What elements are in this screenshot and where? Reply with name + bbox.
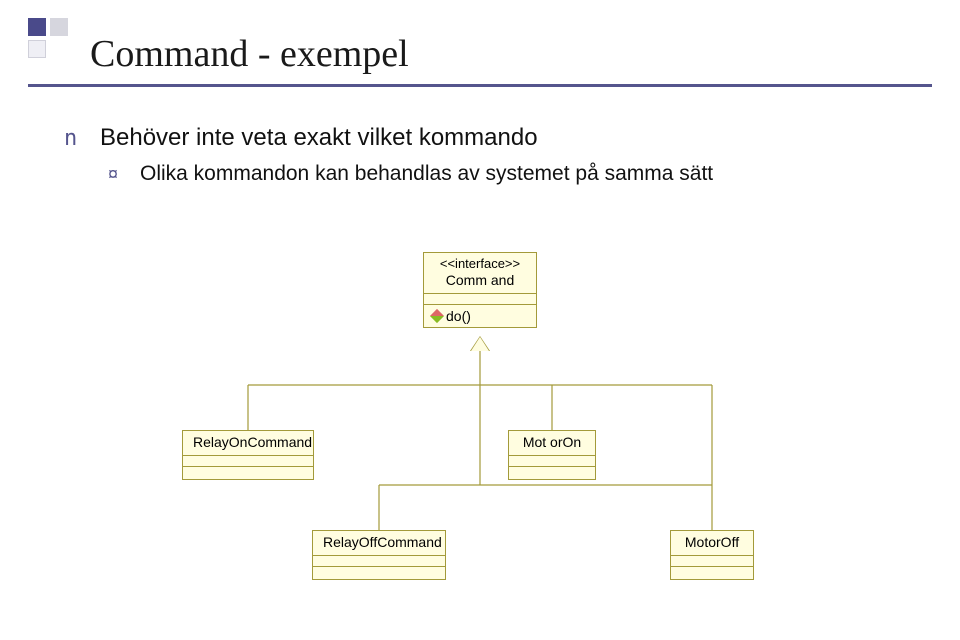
class-attributes xyxy=(424,294,536,305)
deco-square xyxy=(28,18,46,36)
class-name: <<interface>> Comm and xyxy=(424,253,536,294)
class-attributes xyxy=(509,456,595,467)
class-attributes xyxy=(313,556,445,567)
generalization-arrowhead-fill xyxy=(471,337,489,351)
class-motor-off: MotorOff xyxy=(670,530,754,580)
class-relay-off-command: RelayOffCommand xyxy=(312,530,446,580)
bullet-list: n Behöver inte veta exakt vilket kommand… xyxy=(64,124,713,186)
bullet-mark: ¤ xyxy=(108,164,122,185)
class-operations xyxy=(313,567,445,579)
class-name-text: MotorOff xyxy=(685,534,739,550)
class-interface-command: <<interface>> Comm and do() xyxy=(423,252,537,328)
operation-name: do() xyxy=(446,308,471,324)
slide-deco xyxy=(28,18,78,68)
deco-square xyxy=(50,18,68,36)
title-underline xyxy=(28,84,932,87)
class-name: MotorOff xyxy=(671,531,753,556)
class-name-text: RelayOnCommand xyxy=(193,434,312,450)
visibility-icon xyxy=(430,309,444,323)
class-name: RelayOffCommand xyxy=(313,531,445,556)
bullet-level-2: ¤ Olika kommandon kan behandlas av syste… xyxy=(108,162,713,186)
class-attributes xyxy=(671,556,753,567)
uml-diagram: <<interface>> Comm and do() RelayOnComma… xyxy=(0,240,960,640)
class-attributes xyxy=(183,456,313,467)
class-motor-on: Mot orOn xyxy=(508,430,596,480)
class-operations xyxy=(509,467,595,479)
class-name: Mot orOn xyxy=(509,431,595,456)
class-name-text: RelayOffCommand xyxy=(323,534,442,550)
class-operations xyxy=(671,567,753,579)
bullet-mark: n xyxy=(64,126,82,151)
class-operations xyxy=(183,467,313,479)
page-title: Command - exempel xyxy=(90,32,409,76)
class-relay-on-command: RelayOnCommand xyxy=(182,430,314,480)
bullet-text: Behöver inte veta exakt vilket kommando xyxy=(100,124,538,152)
operation: do() xyxy=(432,308,528,324)
stereotype-label: <<interface>> xyxy=(434,256,526,272)
bullet-text: Olika kommandon kan behandlas av systeme… xyxy=(140,162,713,186)
class-name-text: Comm and xyxy=(446,272,514,288)
class-name: RelayOnCommand xyxy=(183,431,313,456)
bullet-level-1: n Behöver inte veta exakt vilket kommand… xyxy=(64,124,713,152)
class-operations: do() xyxy=(424,305,536,327)
class-name-text: Mot orOn xyxy=(523,434,581,450)
deco-square xyxy=(28,40,46,58)
